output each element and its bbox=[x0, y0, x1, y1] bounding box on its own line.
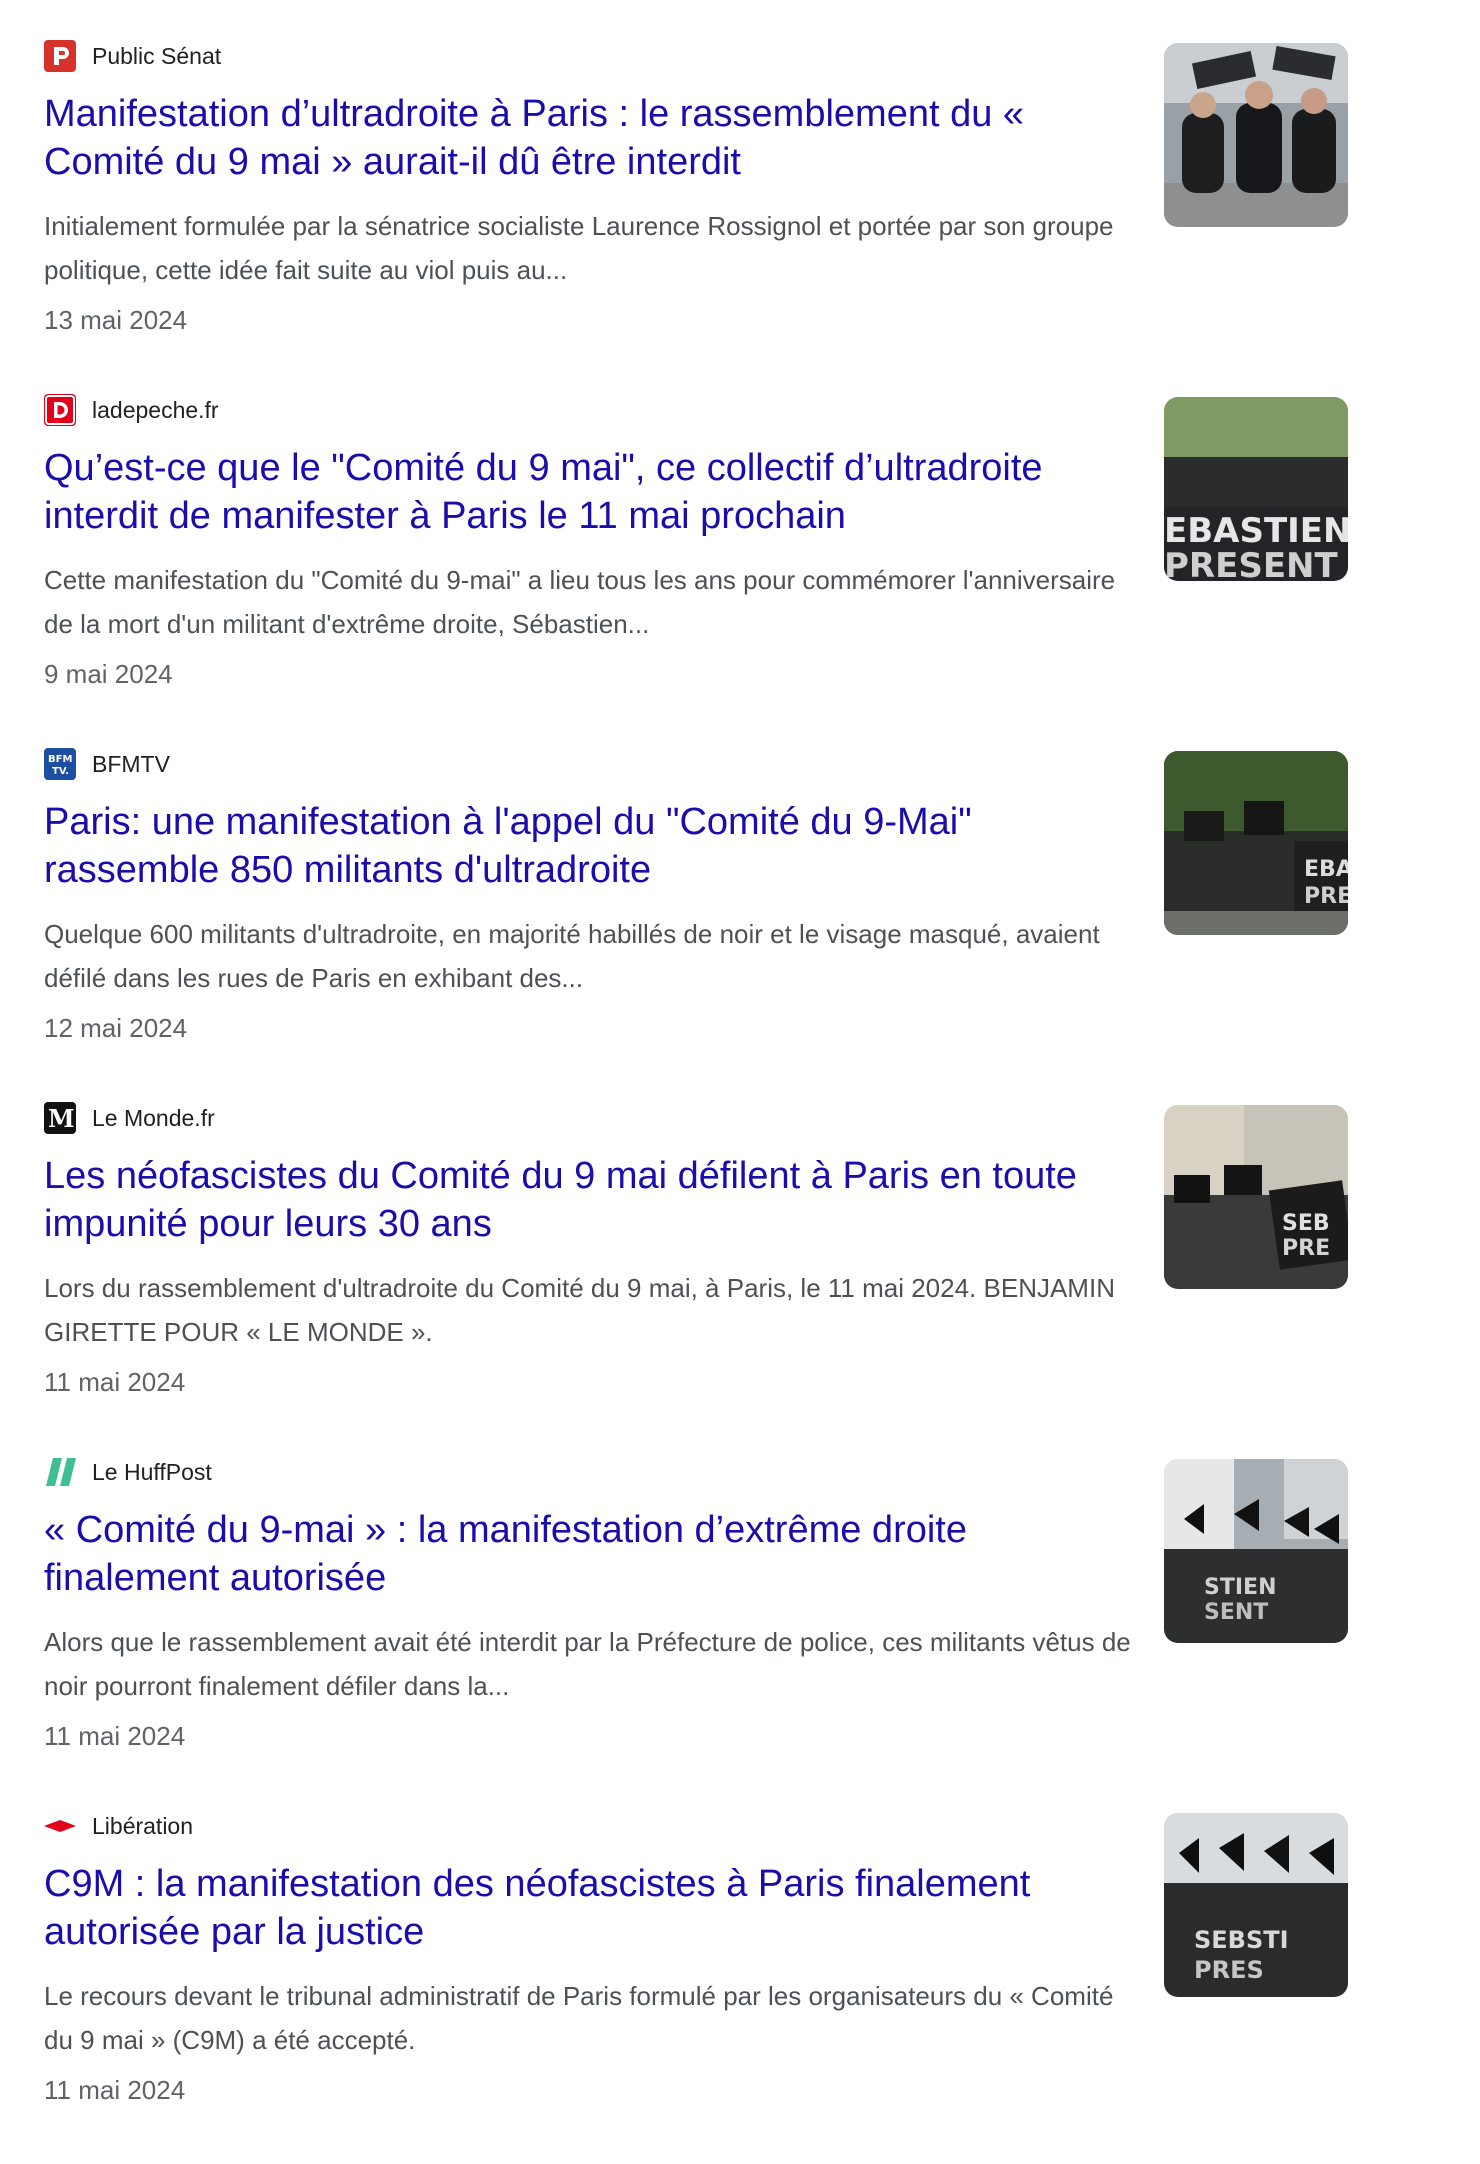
article-headline-link[interactable]: Manifestation d’ultradroite à Paris : le… bbox=[44, 90, 1144, 186]
article-source[interactable]: ladepeche.fr bbox=[44, 394, 1354, 426]
article-source[interactable]: Libération bbox=[44, 1810, 1354, 1842]
news-article-card[interactable]: Le HuffPost « Comité du 9-mai » : la man… bbox=[44, 1456, 1354, 1810]
article-snippet: Alors que le rassemblement avait été int… bbox=[44, 1627, 1131, 1701]
article-snippet: Lors du rassemblement d'ultradroite du C… bbox=[44, 1273, 1115, 1347]
article-snippet: Le recours devant le tribunal administra… bbox=[44, 1981, 1114, 2055]
bfmtv-logo-icon: BFM TV. bbox=[44, 748, 76, 780]
source-name: ladepeche.fr bbox=[92, 396, 219, 423]
article-date: 9 mai 2024 bbox=[44, 659, 173, 689]
svg-text:EBA: EBA bbox=[1304, 857, 1348, 882]
svg-text:STIEN: STIEN bbox=[1204, 1575, 1276, 1600]
news-article-card[interactable]: BFM TV. BFMTV Paris: une manifestation à … bbox=[44, 748, 1354, 1102]
article-date: 11 mai 2024 bbox=[44, 2075, 186, 2105]
svg-text:SEBSTI: SEBSTI bbox=[1194, 1926, 1289, 1954]
le-monde-logo-icon: M bbox=[44, 1102, 76, 1134]
article-source[interactable]: Public Sénat bbox=[44, 40, 1354, 72]
news-article-card[interactable]: Public Sénat Manifestation d’ultradroite… bbox=[44, 40, 1354, 394]
source-name: Public Sénat bbox=[92, 42, 222, 69]
huffpost-logo-icon bbox=[44, 1456, 76, 1488]
article-thumbnail[interactable] bbox=[1164, 43, 1348, 227]
svg-text:EBASTIEN: EBASTIEN bbox=[1164, 511, 1348, 551]
article-thumbnail[interactable]: SEBSTI PRES bbox=[1164, 1813, 1348, 1997]
svg-text:M: M bbox=[48, 1104, 75, 1133]
liberation-logo-icon bbox=[44, 1810, 76, 1842]
article-snippet: Cette manifestation du "Comité du 9-mai"… bbox=[44, 565, 1116, 639]
public-senat-logo-icon bbox=[44, 40, 76, 72]
svg-text:PRESENT: PRESENT bbox=[1164, 546, 1338, 581]
article-date: 11 mai 2024 bbox=[44, 1721, 186, 1751]
source-name: Le Monde.fr bbox=[92, 1104, 215, 1131]
news-article-card[interactable]: Libération C9M : la manifestation des né… bbox=[44, 1810, 1354, 2164]
news-article-card[interactable]: M Le Monde.fr Les néofascistes du Comité… bbox=[44, 1102, 1354, 1456]
article-thumbnail[interactable]: STIEN SENT bbox=[1164, 1459, 1348, 1643]
article-headline-link[interactable]: Paris: une manifestation à l'appel du "C… bbox=[44, 798, 1144, 894]
article-date: 11 mai 2024 bbox=[44, 1367, 186, 1397]
svg-text:SEB: SEB bbox=[1282, 1211, 1330, 1236]
article-headline-link[interactable]: Qu’est-ce que le "Comité du 9 mai", ce c… bbox=[44, 444, 1144, 540]
news-results-list: Public Sénat Manifestation d’ultradroite… bbox=[44, 40, 1354, 2164]
article-thumbnail[interactable]: EBASTIEN PRESENT bbox=[1164, 397, 1348, 581]
article-date: 13 mai 2024 bbox=[44, 305, 188, 335]
article-source[interactable]: Le HuffPost bbox=[44, 1456, 1354, 1488]
article-headline-link[interactable]: Les néofascistes du Comité du 9 mai défi… bbox=[44, 1152, 1144, 1248]
svg-text:TV.: TV. bbox=[52, 766, 69, 777]
article-date: 12 mai 2024 bbox=[44, 1013, 188, 1043]
source-name: BFMTV bbox=[92, 750, 170, 777]
svg-text:SENT: SENT bbox=[1204, 1600, 1268, 1625]
ladepeche-logo-icon bbox=[44, 394, 76, 426]
article-source[interactable]: BFM TV. BFMTV bbox=[44, 748, 1354, 780]
svg-text:PRE: PRE bbox=[1304, 884, 1348, 909]
article-thumbnail[interactable]: EBA PRE bbox=[1164, 751, 1348, 935]
news-article-card[interactable]: ladepeche.fr Qu’est-ce que le "Comité du… bbox=[44, 394, 1354, 748]
svg-text:PRES: PRES bbox=[1194, 1956, 1264, 1984]
article-headline-link[interactable]: « Comité du 9-mai » : la manifestation d… bbox=[44, 1506, 1144, 1602]
article-headline-link[interactable]: C9M : la manifestation des néofascistes … bbox=[44, 1860, 1144, 1956]
article-thumbnail[interactable]: SEB PRE bbox=[1164, 1105, 1348, 1289]
source-name: Libération bbox=[92, 1812, 194, 1839]
article-source[interactable]: M Le Monde.fr bbox=[44, 1102, 1354, 1134]
svg-text:BFM: BFM bbox=[48, 754, 72, 765]
svg-text:PRE: PRE bbox=[1282, 1236, 1330, 1261]
article-snippet: Initialement formulée par la sénatrice s… bbox=[44, 211, 1114, 285]
article-snippet: Quelque 600 militants d'ultradroite, en … bbox=[44, 919, 1100, 993]
source-name: Le HuffPost bbox=[92, 1458, 212, 1485]
